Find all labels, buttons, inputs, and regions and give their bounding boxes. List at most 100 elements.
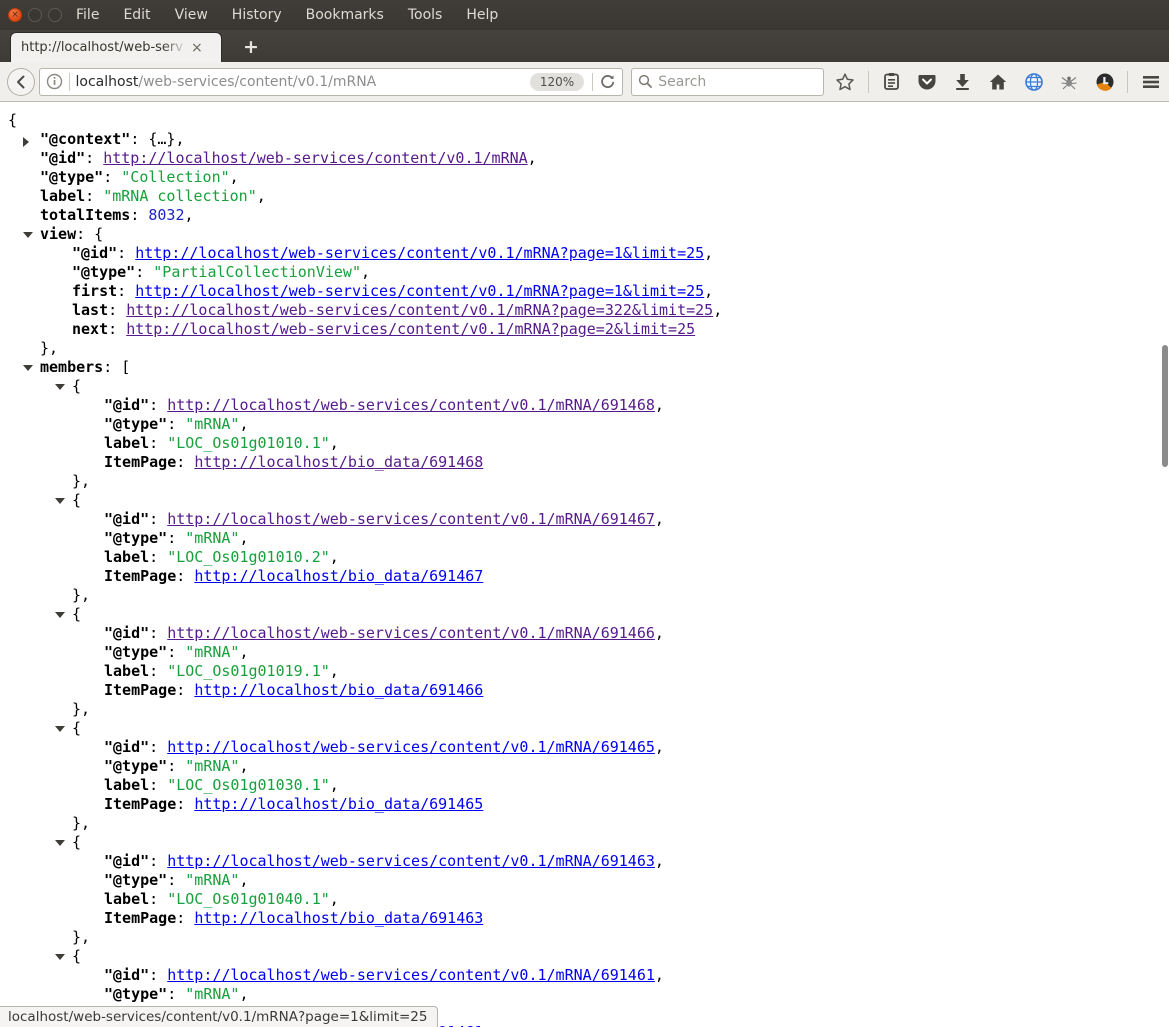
json-key: ItemPage (104, 567, 176, 585)
json-line: "@type": "mRNA", (0, 415, 1169, 434)
json-link[interactable]: http://localhost/web-services/content/v0… (135, 244, 704, 262)
json-link[interactable]: http://localhost/web-services/content/v0… (167, 738, 655, 756)
addon-orange-button[interactable] (1092, 69, 1118, 95)
json-str: "LOC_Os01g01030.1" (167, 776, 330, 794)
json-link[interactable]: http://localhost/bio_data/691465 (194, 795, 483, 813)
json-punct: : { (76, 225, 103, 243)
twisty-right-icon[interactable] (23, 137, 29, 147)
json-punct: , (655, 738, 664, 756)
json-key: "@type" (72, 263, 135, 281)
json-key: view (40, 225, 76, 243)
json-link[interactable]: http://localhost/bio_data/691466 (194, 681, 483, 699)
json-key: next (72, 320, 108, 338)
json-line: totalItems: 8032, (0, 206, 1169, 225)
json-link[interactable]: http://localhost/web-services/content/v0… (126, 320, 695, 338)
urlbar-divider (69, 73, 70, 91)
json-line: "@id": http://localhost/web-services/con… (0, 149, 1169, 168)
json-key: label (104, 548, 149, 566)
new-tab-button[interactable]: + (236, 34, 266, 60)
json-link[interactable]: http://localhost/bio_data/691467 (194, 567, 483, 585)
twisty-down-icon[interactable] (55, 384, 65, 390)
json-punct: , (713, 301, 722, 319)
menubar-item-view[interactable]: View (175, 7, 208, 23)
json-punct: , (230, 168, 239, 186)
clipboard-icon (882, 72, 901, 91)
menubar-item-tools[interactable]: Tools (408, 7, 443, 23)
tab-bar: http://localhost/web-serv × + (0, 30, 1169, 62)
json-punct: : (167, 415, 185, 433)
twisty-down-icon[interactable] (55, 840, 65, 846)
tab-close-icon[interactable]: × (191, 40, 203, 56)
json-line: "@id": http://localhost/web-services/con… (0, 966, 1169, 985)
json-key: ItemPage (104, 909, 176, 927)
json-str: "LOC_Os01g01040.1" (167, 890, 330, 908)
json-punct: : (176, 795, 194, 813)
twisty-down-icon[interactable] (55, 726, 65, 732)
json-punct: : (108, 320, 126, 338)
home-button[interactable] (985, 69, 1011, 95)
json-line: "@type": "mRNA", (0, 757, 1169, 776)
json-key: ItemPage (104, 681, 176, 699)
reload-icon[interactable] (599, 73, 616, 90)
browser-tab[interactable]: http://localhost/web-serv × (10, 32, 222, 62)
json-key: "@type" (104, 643, 167, 661)
page-info-icon[interactable] (46, 73, 63, 90)
json-line: }, (0, 814, 1169, 833)
json-link[interactable]: http://localhost/web-services/content/v0… (167, 852, 655, 870)
json-link[interactable]: http://localhost/web-services/content/v0… (126, 301, 713, 319)
json-punct: : (176, 567, 194, 585)
pocket-button[interactable] (914, 69, 940, 95)
search-bar[interactable] (631, 68, 824, 96)
window-close-button[interactable]: × (8, 8, 22, 22)
twisty-down-icon[interactable] (23, 232, 33, 238)
downloads-button[interactable] (950, 69, 976, 95)
bookmark-star-button[interactable] (832, 69, 858, 95)
json-punct: { (72, 833, 81, 851)
json-link[interactable]: http://localhost/web-services/content/v0… (167, 396, 655, 414)
spider-addon-button[interactable] (1056, 69, 1082, 95)
vertical-scrollbar-thumb[interactable] (1162, 345, 1168, 467)
json-punct: , (257, 187, 266, 205)
twisty-down-icon[interactable] (55, 954, 65, 960)
json-line: label: "LOC_Os01g01010.1", (0, 434, 1169, 453)
json-link[interactable]: http://localhost/bio_data/691468 (194, 453, 483, 471)
json-line: "@type": "Collection", (0, 168, 1169, 187)
back-arrow-icon (13, 74, 29, 90)
twisty-down-icon[interactable] (23, 365, 33, 371)
menubar-item-bookmarks[interactable]: Bookmarks (306, 7, 384, 23)
url-bar[interactable]: localhost/web-services/content/v0.1/mRNA… (39, 68, 624, 96)
json-link[interactable]: http://localhost/web-services/content/v0… (103, 149, 527, 167)
window-minimize-button[interactable] (28, 8, 42, 22)
json-link[interactable]: http://localhost/web-services/content/v0… (167, 510, 655, 528)
menubar-item-help[interactable]: Help (466, 7, 498, 23)
json-line: "@id": http://localhost/web-services/con… (0, 396, 1169, 415)
menubar-item-edit[interactable]: Edit (123, 7, 150, 23)
json-punct: , (239, 415, 248, 433)
json-link[interactable]: http://localhost/web-services/content/v0… (167, 624, 655, 642)
json-key: label (104, 662, 149, 680)
json-line: { (0, 605, 1169, 624)
json-punct: , (330, 890, 339, 908)
json-line: members: [ (0, 358, 1169, 377)
menu-hamburger-button[interactable] (1138, 69, 1164, 95)
json-link[interactable]: http://localhost/web-services/content/v0… (135, 282, 704, 300)
bookmarks-menu-button[interactable] (879, 69, 905, 95)
json-str: "mRNA collection" (103, 187, 257, 205)
twisty-down-icon[interactable] (55, 498, 65, 504)
pocket-icon (917, 72, 937, 92)
json-punct: : (149, 396, 167, 414)
search-input[interactable] (658, 74, 832, 90)
back-button[interactable] (7, 68, 35, 96)
menubar-item-file[interactable]: File (76, 7, 99, 23)
menubar-item-history[interactable]: History (232, 7, 282, 23)
window-maximize-button[interactable] (48, 8, 62, 22)
json-line: }, (0, 700, 1169, 719)
json-line: { (0, 377, 1169, 396)
json-punct: : (167, 871, 185, 889)
json-link[interactable]: http://localhost/web-services/content/v0… (167, 966, 655, 984)
json-punct: { (72, 719, 81, 737)
json-link[interactable]: http://localhost/bio_data/691463 (194, 909, 483, 927)
zoom-level-badge[interactable]: 120% (530, 73, 584, 91)
twisty-down-icon[interactable] (55, 612, 65, 618)
globe-addon-button[interactable] (1021, 69, 1047, 95)
